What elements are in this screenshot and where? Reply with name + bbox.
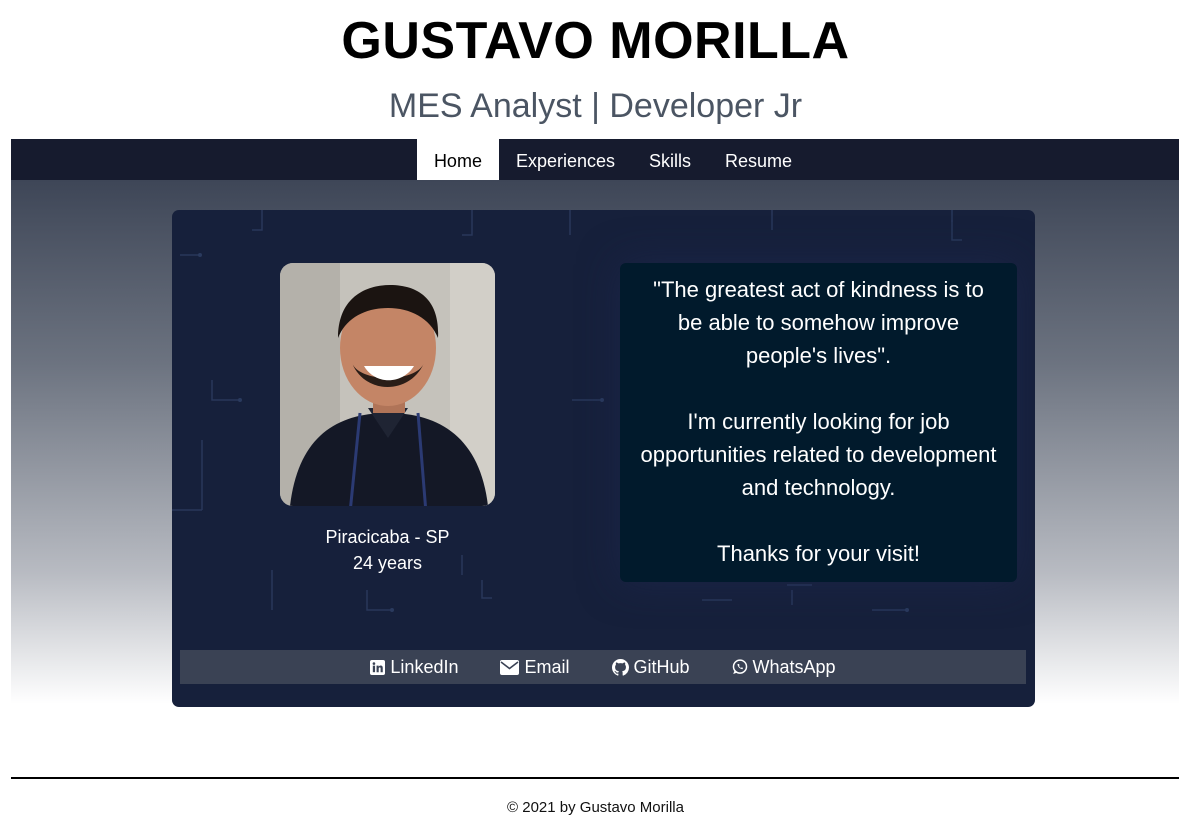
email-link[interactable]: Email bbox=[500, 656, 570, 678]
nav-item-experiences[interactable]: Experiences bbox=[499, 139, 632, 183]
age-text: 24 years bbox=[352, 553, 423, 573]
profile-info: Piracicaba - SP 24 years bbox=[280, 524, 495, 576]
github-link[interactable]: GitHub bbox=[611, 656, 690, 678]
copyright-footer: © 2021 by Gustavo Morilla bbox=[507, 799, 684, 816]
whatsapp-link[interactable]: WhatsApp bbox=[732, 657, 836, 678]
location-text: Piracicaba - SP bbox=[325, 527, 450, 547]
github-icon bbox=[611, 658, 629, 676]
thanks-text: Thanks for your visit! bbox=[717, 541, 920, 566]
quote-box: "The greatest act of kindness is to be a… bbox=[620, 263, 1017, 582]
profile-card: Piracicaba - SP 24 years "The greatest a… bbox=[172, 210, 1035, 707]
site-subtitle: MES Analyst | Developer Jr bbox=[388, 87, 803, 125]
footer-divider bbox=[11, 777, 1179, 779]
quote-text: "The greatest act of kindness is to be a… bbox=[653, 277, 984, 368]
site-name: GUSTAVO MORILLA bbox=[341, 12, 850, 70]
linkedin-link[interactable]: LinkedIn bbox=[370, 657, 458, 678]
site-header: GUSTAVO MORILLA MES Analyst | Developer … bbox=[0, 0, 1191, 139]
nav-item-skills[interactable]: Skills bbox=[632, 139, 708, 183]
nav-item-resume[interactable]: Resume bbox=[708, 139, 809, 183]
github-label: GitHub bbox=[633, 656, 690, 677]
linkedin-icon bbox=[370, 659, 386, 675]
main-nav: Home Experiences Skills Resume bbox=[11, 139, 1179, 183]
whatsapp-label: WhatsApp bbox=[752, 656, 836, 677]
social-links-bar: LinkedIn Email GitHub WhatsApp bbox=[180, 650, 1026, 684]
whatsapp-icon bbox=[732, 659, 747, 674]
email-label: Email bbox=[524, 656, 570, 677]
profile-photo bbox=[280, 263, 495, 506]
job-search-text: I'm currently looking for job opportunit… bbox=[640, 409, 997, 500]
envelope-icon bbox=[500, 659, 520, 675]
nav-item-home[interactable]: Home bbox=[416, 139, 499, 183]
linkedin-label: LinkedIn bbox=[390, 656, 459, 677]
